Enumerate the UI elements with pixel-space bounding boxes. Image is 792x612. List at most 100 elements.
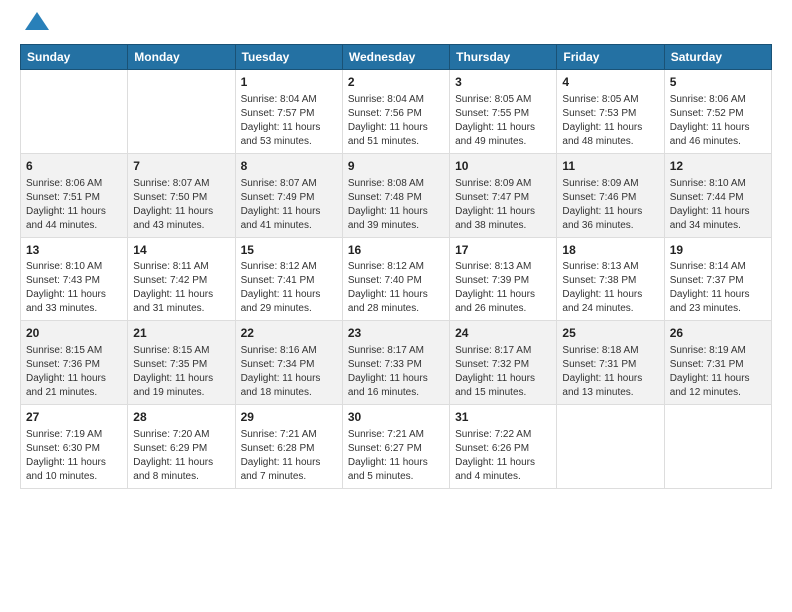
day-number: 16 [348,242,444,259]
day-number: 10 [455,158,551,175]
calendar-cell [557,405,664,489]
day-info: Sunrise: 8:04 AMSunset: 7:57 PMDaylight:… [241,93,337,149]
day-number: 23 [348,325,444,342]
day-info: Sunrise: 7:22 AMSunset: 6:26 PMDaylight:… [455,428,551,484]
day-number: 17 [455,242,551,259]
calendar-cell: 3Sunrise: 8:05 AMSunset: 7:55 PMDaylight… [450,70,557,154]
calendar-cell: 22 Sunrise: 8:16 AMSunset: 7:34 PMDayligh… [235,321,342,405]
weekday-header-sunday: Sunday [21,45,128,70]
day-info: Sunrise: 8:10 AMSunset: 7:43 PMDaylight:… [26,260,122,316]
day-number: 9 [348,158,444,175]
calendar-cell: 25Sunrise: 8:18 AMSunset: 7:31 PMDayligh… [557,321,664,405]
calendar-cell: 23 Sunrise: 8:17 AMSunset: 7:33 PMDayligh… [342,321,449,405]
day-info: Sunrise: 8:08 AMSunset: 7:48 PMDaylight:… [348,177,444,233]
calendar-cell: 20 Sunrise: 8:15 AMSunset: 7:36 PMDayligh… [21,321,128,405]
day-number: 7 [133,158,229,175]
day-info: Sunrise: 8:17 AMSunset: 7:32 PMDaylight:… [455,344,551,400]
calendar-cell: 27Sunrise: 7:19 AMSunset: 6:30 PMDayligh… [21,405,128,489]
day-number: 24 [455,325,551,342]
day-number: 13 [26,242,122,259]
day-number: 25 [562,325,658,342]
day-info: Sunrise: 8:17 AMSunset: 7:33 PMDaylight:… [348,344,444,400]
calendar-cell: 1 Sunrise: 8:04 AMSunset: 7:57 PMDaylight… [235,70,342,154]
day-number: 11 [562,158,658,175]
day-info: Sunrise: 8:13 AMSunset: 7:38 PMDaylight:… [562,260,658,316]
day-info: Sunrise: 8:12 AMSunset: 7:41 PMDaylight:… [241,260,337,316]
day-info: Sunrise: 7:21 AMSunset: 6:28 PMDaylight:… [241,428,337,484]
calendar-cell: 7Sunrise: 8:07 AMSunset: 7:50 PMDaylight… [128,153,235,237]
week-row-1: 1 Sunrise: 8:04 AMSunset: 7:57 PMDaylight… [21,70,772,154]
day-info: Sunrise: 8:04 AMSunset: 7:56 PMDaylight:… [348,93,444,149]
calendar-cell: 12 Sunrise: 8:10 AMSunset: 7:44 PMDayligh… [664,153,771,237]
weekday-header-monday: Monday [128,45,235,70]
calendar-cell [21,70,128,154]
calendar-cell: 14Sunrise: 8:11 AMSunset: 7:42 PMDayligh… [128,237,235,321]
day-number: 22 [241,325,337,342]
day-info: Sunrise: 8:16 AMSunset: 7:34 PMDaylight:… [241,344,337,400]
day-info: Sunrise: 8:19 AMSunset: 7:31 PMDaylight:… [670,344,766,400]
calendar-cell [664,405,771,489]
day-info: Sunrise: 8:06 AMSunset: 7:51 PMDaylight:… [26,177,122,233]
calendar-cell: 15Sunrise: 8:12 AMSunset: 7:41 PMDayligh… [235,237,342,321]
calendar-cell: 31 Sunrise: 7:22 AMSunset: 6:26 PMDayligh… [450,405,557,489]
day-info: Sunrise: 8:12 AMSunset: 7:40 PMDaylight:… [348,260,444,316]
day-info: Sunrise: 8:11 AMSunset: 7:42 PMDaylight:… [133,260,229,316]
day-info: Sunrise: 7:20 AMSunset: 6:29 PMDaylight:… [133,428,229,484]
day-number: 18 [562,242,658,259]
weekday-header-row: SundayMondayTuesdayWednesdayThursdayFrid… [21,45,772,70]
calendar-cell: 19Sunrise: 8:14 AMSunset: 7:37 PMDayligh… [664,237,771,321]
week-row-3: 13Sunrise: 8:10 AMSunset: 7:43 PMDayligh… [21,237,772,321]
day-number: 4 [562,74,658,91]
day-number: 1 [241,74,337,91]
week-row-2: 6 Sunrise: 8:06 AMSunset: 7:51 PMDaylight… [21,153,772,237]
weekday-header-tuesday: Tuesday [235,45,342,70]
calendar-cell: 6 Sunrise: 8:06 AMSunset: 7:51 PMDaylight… [21,153,128,237]
day-info: Sunrise: 8:15 AMSunset: 7:36 PMDaylight:… [26,344,122,400]
day-info: Sunrise: 8:06 AMSunset: 7:52 PMDaylight:… [670,93,766,149]
day-info: Sunrise: 7:19 AMSunset: 6:30 PMDaylight:… [26,428,122,484]
calendar-table: SundayMondayTuesdayWednesdayThursdayFrid… [20,44,772,489]
day-info: Sunrise: 8:14 AMSunset: 7:37 PMDaylight:… [670,260,766,316]
day-number: 20 [26,325,122,342]
day-number: 15 [241,242,337,259]
day-number: 8 [241,158,337,175]
day-number: 5 [670,74,766,91]
calendar-cell: 24 Sunrise: 8:17 AMSunset: 7:32 PMDayligh… [450,321,557,405]
day-info: Sunrise: 8:13 AMSunset: 7:39 PMDaylight:… [455,260,551,316]
weekday-header-thursday: Thursday [450,45,557,70]
day-number: 26 [670,325,766,342]
calendar-cell: 17Sunrise: 8:13 AMSunset: 7:39 PMDayligh… [450,237,557,321]
day-number: 6 [26,158,122,175]
calendar-cell: 30 Sunrise: 7:21 AMSunset: 6:27 PMDayligh… [342,405,449,489]
day-number: 30 [348,409,444,426]
day-info: Sunrise: 8:05 AMSunset: 7:53 PMDaylight:… [562,93,658,149]
calendar-cell: 13Sunrise: 8:10 AMSunset: 7:43 PMDayligh… [21,237,128,321]
day-number: 21 [133,325,229,342]
day-info: Sunrise: 8:05 AMSunset: 7:55 PMDaylight:… [455,93,551,149]
day-number: 31 [455,409,551,426]
page-container: SundayMondayTuesdayWednesdayThursdayFrid… [0,0,792,505]
calendar-cell: 18Sunrise: 8:13 AMSunset: 7:38 PMDayligh… [557,237,664,321]
calendar-cell: 26 Sunrise: 8:19 AMSunset: 7:31 PMDayligh… [664,321,771,405]
calendar-cell: 16Sunrise: 8:12 AMSunset: 7:40 PMDayligh… [342,237,449,321]
weekday-header-saturday: Saturday [664,45,771,70]
day-number: 12 [670,158,766,175]
header [20,16,772,36]
weekday-header-wednesday: Wednesday [342,45,449,70]
day-number: 28 [133,409,229,426]
calendar-cell [128,70,235,154]
calendar-cell: 4 Sunrise: 8:05 AMSunset: 7:53 PMDaylight… [557,70,664,154]
day-info: Sunrise: 7:21 AMSunset: 6:27 PMDaylight:… [348,428,444,484]
day-info: Sunrise: 8:10 AMSunset: 7:44 PMDaylight:… [670,177,766,233]
day-number: 19 [670,242,766,259]
day-info: Sunrise: 8:07 AMSunset: 7:49 PMDaylight:… [241,177,337,233]
calendar-cell: 21 Sunrise: 8:15 AMSunset: 7:35 PMDayligh… [128,321,235,405]
week-row-5: 27Sunrise: 7:19 AMSunset: 6:30 PMDayligh… [21,405,772,489]
calendar-cell: 28 Sunrise: 7:20 AMSunset: 6:29 PMDayligh… [128,405,235,489]
day-number: 2 [348,74,444,91]
week-row-4: 20 Sunrise: 8:15 AMSunset: 7:36 PMDayligh… [21,321,772,405]
weekday-header-friday: Friday [557,45,664,70]
day-info: Sunrise: 8:15 AMSunset: 7:35 PMDaylight:… [133,344,229,400]
logo-icon [23,8,51,36]
day-number: 14 [133,242,229,259]
